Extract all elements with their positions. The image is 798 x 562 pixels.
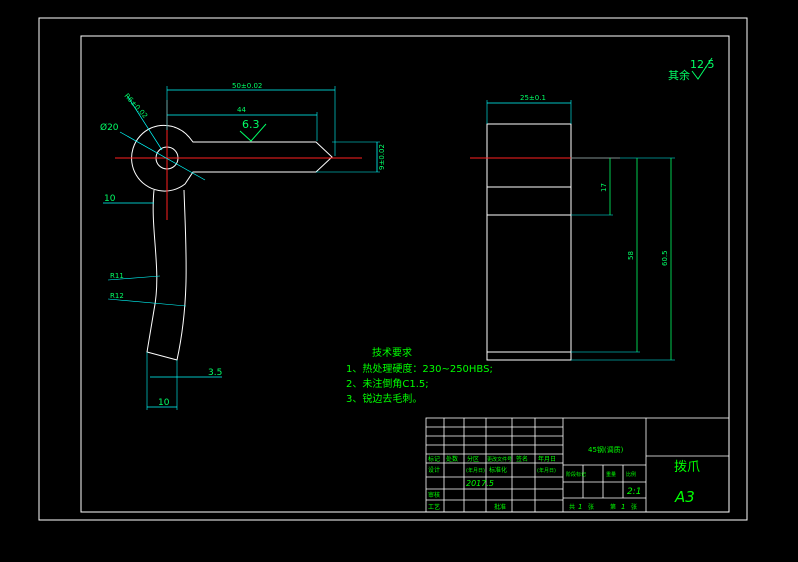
r6-text: R6±0.02 [123, 92, 150, 120]
tb-sheet-size: A3 [674, 488, 695, 506]
technical-requirements: 技术要求 1、热处理硬度：230~250HBS; 2、未注倒角C1.5; 3、锐… [346, 346, 493, 405]
dim-25-text: 25±0.1 [520, 94, 546, 102]
r12-text: R12 [110, 292, 124, 300]
tb-hdr-sign: 签名 [516, 455, 528, 463]
tb-scale-value: 2:1 [627, 487, 641, 497]
tech-req-item-2: 2、未注倒角C1.5; [346, 377, 429, 390]
side-view: 25±0.1 17 58 60.5 [470, 94, 675, 361]
tb-sheet-unit-2: 张 [631, 503, 637, 511]
tb-part-name: 拨爪 [674, 460, 700, 475]
tb-date-value: 2017.5 [466, 479, 494, 488]
side-view-body [486, 123, 572, 361]
inner-frame [80, 35, 730, 513]
tb-sheet-unit-1: 张 [588, 503, 594, 511]
general-roughness-note: 其余 12.5 [668, 57, 715, 82]
dim-3-5-text: 3.5 [208, 368, 222, 378]
roughness-label: 其余 [668, 68, 690, 82]
tb-approve-label: 批准 [494, 503, 506, 511]
title-block-text: 标记 处数 分区 更改文件号 签名 年月日 设计 (年月日) 标准化 (年月日)… [428, 445, 700, 511]
tech-req-item-1: 1、热处理硬度：230~250HBS; [346, 362, 493, 375]
cad-drawing-canvas: 50±0.02 44 6.3 9±0.02 Ø20 R6±0.02 10 R11… [38, 17, 748, 521]
tb-design-date-hdr: (年月日) [466, 467, 485, 474]
dim-50-text: 50±0.02 [232, 82, 262, 90]
dim-17-text: 17 [600, 183, 608, 192]
tb-sheet-total: 1 [578, 503, 582, 511]
tb-hdr-change-doc: 更改文件号 [487, 456, 512, 463]
tb-hdr-mark: 标记 [428, 455, 440, 463]
dim-9-text: 9±0.02 [378, 144, 386, 170]
dia20-text: Ø20 [100, 122, 119, 133]
tb-sheet-current-label: 第 [610, 503, 616, 511]
tb-hdr-date: 年月日 [538, 455, 556, 463]
tb-standard-date-hdr: (年月日) [537, 467, 556, 474]
tb-sheet-total-label: 共 [569, 503, 575, 511]
roughness-125-text: 12.5 [690, 58, 715, 71]
tb-stage-label: 阶段标记 [566, 471, 586, 478]
dim-10-bottom-text: 10 [158, 398, 170, 408]
dim-44-text: 44 [237, 106, 246, 114]
tb-material-mark: 45钢(调质) [588, 445, 624, 454]
tech-req-item-3: 3、锐边去毛刺。 [346, 392, 422, 405]
tb-sheet-current: 1 [621, 503, 625, 511]
roughness-63-text: 6.3 [242, 118, 260, 131]
outer-frame [38, 17, 748, 521]
dim-58-text: 58 [627, 251, 635, 260]
r12-leader [107, 298, 187, 307]
tb-standard-label: 标准化 [489, 466, 507, 474]
tb-process-label: 工艺 [428, 503, 440, 511]
r11-text: R11 [110, 272, 124, 280]
tb-review-label: 审核 [428, 491, 440, 499]
front-view: 50±0.02 44 6.3 9±0.02 Ø20 R6±0.02 10 R11… [100, 82, 386, 410]
tb-design-label: 设计 [428, 466, 440, 474]
tb-hdr-zone: 分区 [467, 455, 479, 463]
tb-hdr-count: 处数 [446, 455, 458, 463]
tb-weight-label: 重量 [606, 471, 616, 478]
dim-10-top-text: 10 [104, 194, 116, 204]
tb-scale-label: 比例 [626, 471, 636, 478]
tech-req-title: 技术要求 [372, 346, 412, 359]
dim-60-5-text: 60.5 [661, 250, 669, 266]
dia20-leader [119, 131, 206, 181]
